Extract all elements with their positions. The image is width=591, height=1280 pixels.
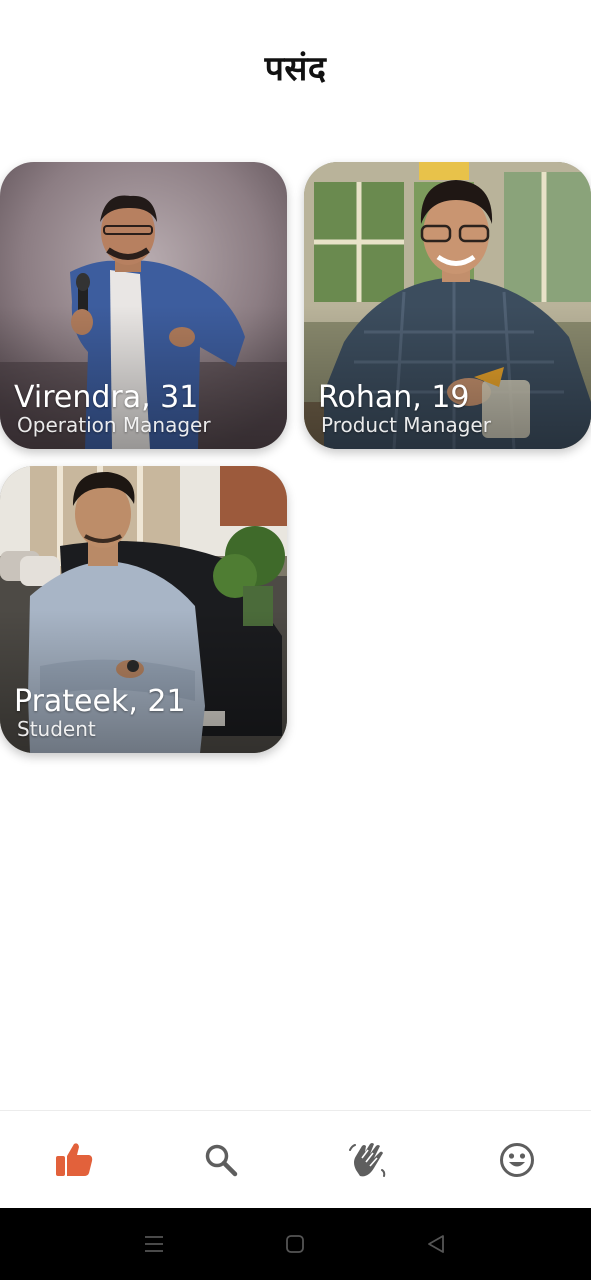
profile-role: Student — [17, 717, 96, 741]
profile-card-virendra[interactable]: Virendra, 31 Operation Manager — [0, 162, 287, 449]
system-navigation-bar — [0, 1208, 591, 1280]
thumbs-up-icon — [56, 1143, 93, 1176]
system-home-button[interactable] — [281, 1230, 309, 1258]
profile-card-prateek[interactable]: Prateek, 21 Student — [0, 466, 287, 753]
profile-role: Product Manager — [321, 413, 491, 437]
menu-icon — [145, 1236, 163, 1252]
nav-likes[interactable] — [49, 1135, 99, 1185]
profile-role: Operation Manager — [17, 413, 211, 437]
nav-search[interactable] — [196, 1135, 246, 1185]
home-icon — [286, 1235, 304, 1253]
system-menu-button[interactable] — [140, 1230, 168, 1258]
profile-name: Virendra, 31 — [14, 380, 199, 415]
page-title: पसंद — [264, 49, 327, 89]
nav-profile[interactable] — [492, 1135, 542, 1185]
profile-name: Prateek, 21 — [14, 684, 186, 719]
system-back-button[interactable] — [422, 1230, 450, 1258]
nav-waves[interactable] — [343, 1135, 393, 1185]
profile-name: Rohan, 19 — [318, 380, 470, 415]
waving-hand-icon — [349, 1143, 386, 1177]
back-icon — [428, 1235, 444, 1253]
profile-card-rohan[interactable]: Rohan, 19 Product Manager — [304, 162, 591, 449]
bottom-navigation — [0, 1110, 591, 1209]
smiley-face-icon — [500, 1143, 534, 1177]
search-icon — [205, 1144, 238, 1177]
likes-screen: पसंद Virendra, 31 Operation Manager Roha… — [0, 0, 591, 1280]
